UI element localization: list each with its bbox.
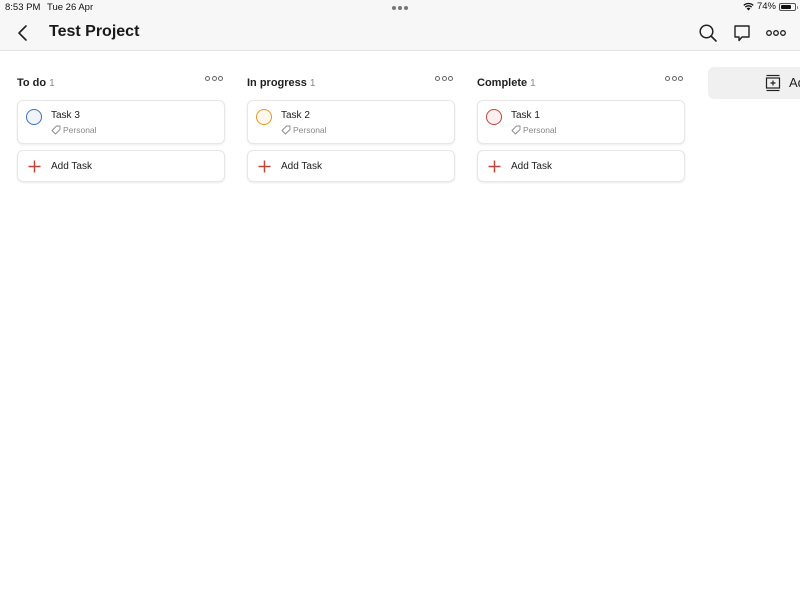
column-more-icon[interactable] (665, 76, 683, 81)
task-label: Personal (281, 125, 327, 135)
tag-icon (51, 125, 61, 135)
plus-icon (28, 160, 41, 173)
add-section-label: Add section (789, 75, 800, 90)
add-task-label: Add Task (281, 161, 322, 172)
task-name: Task 3 (51, 110, 80, 121)
search-icon[interactable] (697, 22, 719, 44)
multitasking-dots-icon[interactable] (392, 6, 408, 10)
task-label-text: Personal (523, 125, 557, 135)
add-task-button[interactable]: Add Task (247, 150, 455, 182)
status-date: Tue 26 Apr (47, 2, 94, 13)
task-label-text: Personal (63, 125, 97, 135)
tag-icon (511, 125, 521, 135)
task-label: Personal (51, 125, 97, 135)
plus-icon (488, 160, 501, 173)
add-section-button[interactable]: Add section (708, 67, 800, 99)
column-title: In progress (247, 77, 307, 89)
task-card[interactable]: Task 3 Personal (17, 100, 225, 144)
column-header: To do 1 (17, 73, 225, 89)
comment-icon[interactable] (731, 22, 753, 44)
add-task-label: Add Task (511, 161, 552, 172)
column-header: In progress 1 (247, 73, 455, 89)
column-title: To do (17, 77, 47, 89)
back-chevron-icon[interactable] (14, 23, 32, 43)
battery-icon (779, 2, 798, 11)
column-count: 1 (309, 78, 316, 89)
add-task-button[interactable]: Add Task (477, 150, 685, 182)
page-title: Test Project (49, 23, 140, 40)
task-name: Task 2 (281, 110, 310, 121)
task-card[interactable]: Task 1 Personal (477, 100, 685, 144)
tag-icon (281, 125, 291, 135)
task-name: Task 1 (511, 110, 540, 121)
board: To do 1 Task 3 Personal Add Task In progr… (0, 51, 800, 600)
column-header: Complete 1 (477, 73, 685, 89)
task-label: Personal (511, 125, 557, 135)
more-icon[interactable] (765, 22, 787, 44)
task-complete-checkbox[interactable] (26, 109, 42, 125)
column-more-icon[interactable] (435, 76, 453, 81)
column-more-icon[interactable] (205, 76, 223, 81)
task-complete-checkbox[interactable] (256, 109, 272, 125)
project-header: Test Project (0, 14, 800, 51)
task-label-text: Personal (293, 125, 327, 135)
task-card[interactable]: Task 2 Personal (247, 100, 455, 144)
add-task-button[interactable]: Add Task (17, 150, 225, 182)
column-count: 1 (49, 78, 55, 89)
task-complete-checkbox[interactable] (486, 109, 502, 125)
add-task-label: Add Task (51, 161, 92, 172)
column-count: 1 (530, 78, 536, 89)
plus-icon (258, 160, 271, 173)
battery-percent: 74% (756, 1, 776, 12)
column-title: Complete (477, 77, 528, 89)
status-bar: 8:53 PM Tue 26 Apr 74% (0, 0, 800, 14)
add-section-icon (765, 74, 781, 92)
wifi-icon (743, 2, 754, 11)
status-time: 8:53 PM (5, 2, 41, 13)
